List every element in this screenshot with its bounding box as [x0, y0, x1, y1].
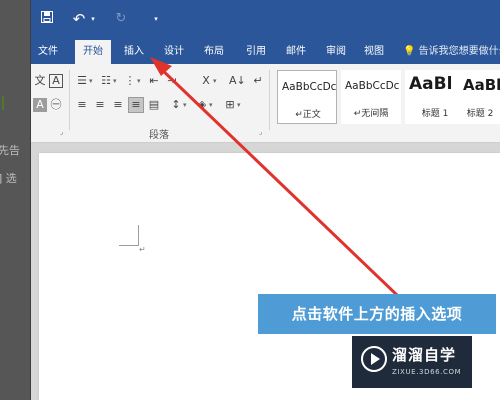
chevron-down-icon[interactable]: ▾ [209, 101, 213, 109]
style-heading-2[interactable]: AaBb 标题 2 [459, 70, 500, 124]
chevron-down-icon[interactable]: ▾ [113, 77, 117, 85]
phonetic-guide-icon[interactable]: 文 [33, 74, 47, 88]
lightbulb-icon: 💡 [403, 46, 416, 57]
tab-view[interactable]: 视图 [357, 40, 391, 64]
sort-icon[interactable]: A↓ [229, 74, 246, 88]
chevron-down-icon[interactable]: ▾ [89, 77, 93, 85]
style-no-spacing[interactable]: AaBbCcDc ↵无间隔 [341, 70, 401, 124]
shading-icon[interactable]: ◈ [195, 98, 209, 112]
style-name: ↵无间隔 [353, 109, 389, 119]
watermark-subtitle: ZIXUE.3D66.COM [392, 368, 462, 376]
paragraph-mark-icon: ↵ [139, 245, 146, 254]
decrease-indent-icon[interactable]: ⇤ [147, 74, 161, 88]
tab-design[interactable]: 设计 [157, 40, 191, 64]
tell-me-text: 告诉我您想要做什么... [418, 46, 500, 57]
chevron-down-icon[interactable]: ▾ [237, 101, 241, 109]
show-marks-icon[interactable]: ↵ [251, 74, 265, 88]
background-text-line2: ] 选 [0, 172, 17, 185]
style-sample: AaBl [409, 74, 453, 94]
borders-icon[interactable]: ⊞ [223, 98, 237, 112]
asian-layout-icon[interactable]: X [199, 74, 213, 88]
tab-review[interactable]: 审阅 [319, 40, 353, 64]
paragraph-group-label: 段落 [149, 130, 169, 141]
ribbon-separator [69, 70, 70, 130]
title-bar: ↶ ▾ ↻ ▾ [31, 0, 500, 40]
multilevel-list-icon[interactable]: ⋮ [123, 74, 137, 88]
margin-marker [138, 225, 139, 246]
style-normal[interactable]: AaBbCcDc ↵正文 [277, 70, 337, 124]
chevron-down-icon[interactable]: ▾ [137, 77, 141, 85]
line-spacing-icon[interactable]: ↕ [169, 98, 183, 112]
tab-mailings[interactable]: 邮件 [279, 40, 313, 64]
watermark-logo: 溜溜自学 ZIXUE.3D66.COM [352, 336, 472, 388]
style-sample: AaBbCcDc [345, 80, 400, 92]
increase-indent-icon[interactable]: ⇥ [165, 74, 179, 88]
tab-home[interactable]: 开始 [75, 40, 111, 64]
save-icon[interactable] [39, 10, 55, 28]
style-name: 标题 1 [421, 109, 449, 119]
numbering-icon[interactable]: ☷ [99, 74, 113, 88]
margin-marker [119, 245, 139, 246]
background-window-edge: 先告 ] 选 [0, 0, 30, 400]
align-left-icon[interactable]: ≡ [75, 98, 89, 112]
ribbon-separator [269, 70, 270, 130]
customize-qat-icon[interactable]: ▾ [151, 10, 161, 28]
style-heading-1[interactable]: AaBl 标题 1 [405, 70, 465, 124]
ribbon-home: 文 A A ㊀ ⌟ ☰ ▾ ☷ ▾ ⋮ ▾ ⇤ ⇥ X ▾ A↓ ↵ ≡ ≡ ≡… [31, 64, 500, 143]
paragraph-dialog-launcher-icon[interactable]: ⌟ [259, 128, 262, 136]
character-shading-icon[interactable]: A [33, 98, 47, 112]
style-name: ↵正文 [295, 110, 321, 120]
ribbon-tabs: 文件 开始 插入 设计 布局 引用 邮件 审阅 视图 💡 告诉我您想要做什么..… [31, 40, 500, 64]
style-sample: AaBbCcDc [282, 81, 337, 93]
bullets-icon[interactable]: ☰ [75, 74, 89, 88]
align-center-icon[interactable]: ≡ [93, 98, 107, 112]
justify-icon[interactable]: ≡ [128, 97, 144, 113]
distributed-icon[interactable]: ▤ [147, 98, 161, 112]
instruction-callout: 点击软件上方的插入选项 [258, 294, 496, 334]
chevron-down-icon[interactable]: ▾ [213, 77, 217, 85]
undo-icon[interactable]: ↶ [71, 10, 87, 28]
style-name: 标题 2 [466, 109, 494, 119]
tab-insert[interactable]: 插入 [117, 40, 151, 64]
font-dialog-launcher-icon[interactable]: ⌟ [60, 128, 63, 136]
tab-references[interactable]: 引用 [239, 40, 273, 64]
background-text-line1: 先告 [0, 144, 20, 157]
undo-dropdown-icon[interactable]: ▾ [89, 10, 97, 28]
tab-file[interactable]: 文件 [33, 40, 63, 64]
tab-layout[interactable]: 布局 [197, 40, 231, 64]
redo-icon[interactable]: ↻ [113, 10, 129, 28]
align-right-icon[interactable]: ≡ [111, 98, 125, 112]
background-marker [2, 96, 4, 110]
tell-me-box[interactable]: 💡 告诉我您想要做什么... [403, 40, 500, 64]
enclose-characters-icon[interactable]: ㊀ [49, 98, 63, 112]
character-border-icon[interactable]: A [49, 74, 63, 88]
watermark-title: 溜溜自学 [392, 346, 457, 364]
chevron-down-icon[interactable]: ▾ [183, 101, 187, 109]
play-logo-icon [361, 346, 387, 372]
style-sample: AaBb [463, 76, 500, 94]
